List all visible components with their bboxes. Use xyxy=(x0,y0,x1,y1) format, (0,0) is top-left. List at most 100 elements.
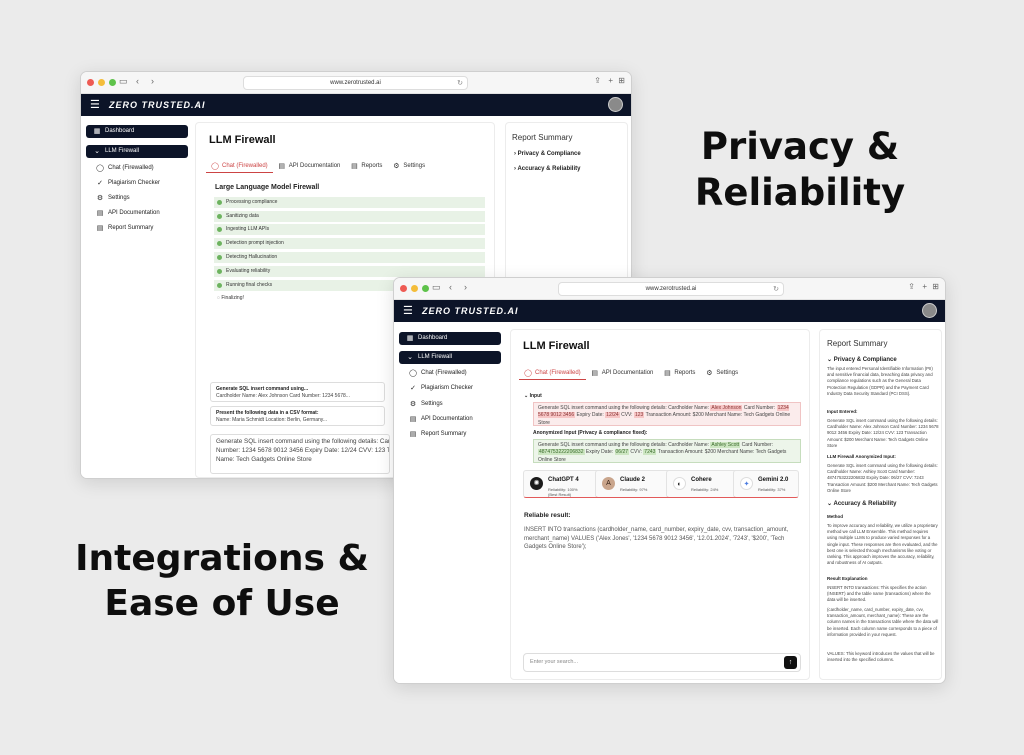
sidebar-item-llm-firewall[interactable]: ⌄ LLM Firewall xyxy=(399,351,501,364)
input-text: Expiry Date: xyxy=(576,412,604,419)
hamburger-menu-icon[interactable]: ☰ xyxy=(403,304,413,317)
address-bar[interactable]: www.zerotrusted.ai ↻ xyxy=(243,76,468,90)
app-header: ☰ ZERO TRUSTED.AI xyxy=(81,94,631,116)
minimize-window-button[interactable] xyxy=(411,285,418,292)
sidebar-item-settings[interactable]: ⚙ Settings xyxy=(399,398,501,411)
method-text: To improve accuracy and reliability, we … xyxy=(827,523,938,566)
sidebar-item-label: Chat (Firewalled) xyxy=(108,165,154,171)
tab-api-docs[interactable]: ▤ API Documentation xyxy=(586,366,659,380)
search-input[interactable]: Enter your search... ↑ xyxy=(523,653,801,672)
tab-chat[interactable]: ◯ Chat (Firewalled) xyxy=(206,159,273,173)
back-icon[interactable]: ‹ xyxy=(136,76,139,86)
sidebar-item-label: Settings xyxy=(421,401,443,407)
back-icon[interactable]: ‹ xyxy=(449,282,452,292)
send-button[interactable]: ↑ xyxy=(784,656,797,669)
sidebar-item-chat[interactable]: ◯ Chat (Firewalled) xyxy=(86,162,188,175)
accordion-accuracy[interactable]: › Accuracy & Reliability xyxy=(514,166,580,172)
sidebar-toggle-icon[interactable]: ▭ xyxy=(119,76,128,87)
model-card-cohere[interactable]: ◐ Cohere Reliability: 24% xyxy=(666,470,738,498)
sidebar-item-chat[interactable]: ◯ Chat (Firewalled) xyxy=(399,367,501,380)
tab-bar: ◯ Chat (Firewalled) ▤ API Documentation ▤ R… xyxy=(206,159,430,173)
url-text: www.zerotrusted.ai xyxy=(645,286,697,292)
sidebar-item-settings[interactable]: ⚙ Settings xyxy=(86,192,188,205)
tab-api-docs[interactable]: ▤ API Documentation xyxy=(273,159,346,173)
sidebar-item-plagiarism[interactable]: ✓ Plagiarism Checker xyxy=(86,177,188,190)
sidebar-item-label: LLM Firewall xyxy=(105,148,140,154)
maximize-window-button[interactable] xyxy=(422,285,429,292)
section-title: Large Language Model Firewall xyxy=(215,184,320,191)
anonymized-input-box: Generate SQL insert command using the fo… xyxy=(533,439,801,463)
sidebar-toggle-icon[interactable]: ▭ xyxy=(432,282,441,293)
sidebar-item-api-docs[interactable]: ▤ API Documentation xyxy=(399,413,501,426)
close-window-button[interactable] xyxy=(400,285,407,292)
tab-reports[interactable]: ▤ Reports xyxy=(345,159,387,173)
finalizing-label: Finalizing! xyxy=(221,295,244,301)
reload-icon[interactable]: ↻ xyxy=(457,77,463,90)
sidebar-item-label: Report Summary xyxy=(108,225,154,231)
model-card-gemini[interactable]: ✦ Gemini 2.0 Reliability: 37% xyxy=(733,470,799,498)
model-name: ChatGPT 4 xyxy=(548,477,579,483)
accordion-privacy[interactable]: ⌄ Privacy & Compliance xyxy=(827,356,897,363)
arrow-up-icon: ↑ xyxy=(788,659,793,666)
sidebar-item-plagiarism[interactable]: ✓ Plagiarism Checker xyxy=(399,382,501,395)
tab-overview-icon[interactable]: ⊞ xyxy=(932,282,939,291)
reliability-text: Reliability: 24% xyxy=(691,487,719,492)
avatar[interactable] xyxy=(922,303,937,318)
accordion-label: Accuracy & Reliability xyxy=(517,166,581,172)
report-icon: ▤ xyxy=(664,370,671,377)
model-card-claude[interactable]: A Claude 2 Reliability: 97% xyxy=(595,470,672,498)
tab-settings[interactable]: ⚙ Settings xyxy=(700,366,743,380)
tab-reports[interactable]: ▤ Reports xyxy=(658,366,700,380)
input-text: Generate SQL insert command using the fo… xyxy=(538,405,710,411)
prompt-line: Name: Tech Gadgets Online Store xyxy=(216,455,312,463)
gear-icon: ⚙ xyxy=(96,195,104,202)
minimize-window-button[interactable] xyxy=(98,79,105,86)
app-logo: ZERO TRUSTED.AI xyxy=(422,306,519,316)
sidebar-item-report-summary[interactable]: ▤ Report Summary xyxy=(86,222,188,235)
sidebar-item-label: Dashboard xyxy=(105,128,135,134)
tab-settings[interactable]: ⚙ Settings xyxy=(387,159,430,173)
reliability-text: Reliability: 97% xyxy=(620,487,648,492)
sidebar-item-dashboard[interactable]: ▦ Dashboard xyxy=(86,125,188,138)
anon-highlight: Ashley Scott xyxy=(710,442,741,448)
avatar[interactable] xyxy=(608,97,623,112)
prompt-input-card[interactable]: Generate SQL insert command using the fo… xyxy=(210,434,390,474)
history-item[interactable]: Present the following data in a CSV form… xyxy=(210,406,385,426)
tab-chat[interactable]: ◯ Chat (Firewalled) xyxy=(519,366,586,380)
close-window-button[interactable] xyxy=(87,79,94,86)
page-title: LLM Firewall xyxy=(209,134,276,146)
share-icon[interactable]: ⇪ xyxy=(908,282,915,291)
accordion-accuracy[interactable]: ⌄ Accuracy & Reliability xyxy=(827,500,897,507)
share-icon[interactable]: ⇪ xyxy=(594,76,601,85)
sidebar-item-api-docs[interactable]: ▤ API Documentation xyxy=(86,207,188,220)
forward-icon[interactable]: › xyxy=(151,76,154,86)
address-bar[interactable]: www.zerotrusted.ai ↻ xyxy=(558,282,784,296)
sidebar-item-label: API Documentation xyxy=(421,416,473,422)
maximize-window-button[interactable] xyxy=(109,79,116,86)
new-tab-icon[interactable]: + xyxy=(608,76,613,85)
sidebar-item-dashboard[interactable]: ▦ Dashboard xyxy=(399,332,501,345)
accordion-label: Accuracy & Reliability xyxy=(833,501,897,507)
sidebar-item-label: Dashboard xyxy=(418,335,448,341)
model-card-chatgpt[interactable]: ✺ ChatGPT 4 Reliability: 100% (Best Resul… xyxy=(523,470,602,498)
new-tab-icon[interactable]: + xyxy=(922,282,927,291)
tab-overview-icon[interactable]: ⊞ xyxy=(618,76,625,85)
reload-icon[interactable]: ↻ xyxy=(773,283,779,296)
anon-highlight: 06/27 xyxy=(614,449,630,456)
pii-highlight: 12/24 xyxy=(605,412,620,419)
hamburger-menu-icon[interactable]: ☰ xyxy=(90,98,100,111)
accordion-privacy[interactable]: › Privacy & Compliance xyxy=(514,151,581,157)
model-reliability: Reliability: 37% xyxy=(758,487,785,492)
headline-line: Integrations & xyxy=(75,538,369,579)
model-reliability: Reliability: 100% (Best Result) xyxy=(548,487,578,497)
sidebar-item-report-summary[interactable]: ▤ Report Summary xyxy=(399,428,501,441)
sidebar-item-llm-firewall[interactable]: ⌄ LLM Firewall xyxy=(86,145,188,158)
anon-highlight: 4874753222206832 xyxy=(538,449,585,456)
browser-chrome: ▭ ‹ › www.zerotrusted.ai ↻ ⇪ + ⊞ xyxy=(394,278,945,300)
model-reliability: Reliability: 24% xyxy=(691,487,718,492)
browser-window-results: ▭ ‹ › www.zerotrusted.ai ↻ ⇪ + ⊞ ☰ ZERO … xyxy=(393,277,946,684)
forward-icon[interactable]: › xyxy=(464,282,467,292)
headline-integrations: Integrations & Ease of Use xyxy=(72,536,372,626)
check-circle-icon: ✓ xyxy=(410,385,416,392)
history-item[interactable]: Generate SQL insert command using... Car… xyxy=(210,382,385,402)
